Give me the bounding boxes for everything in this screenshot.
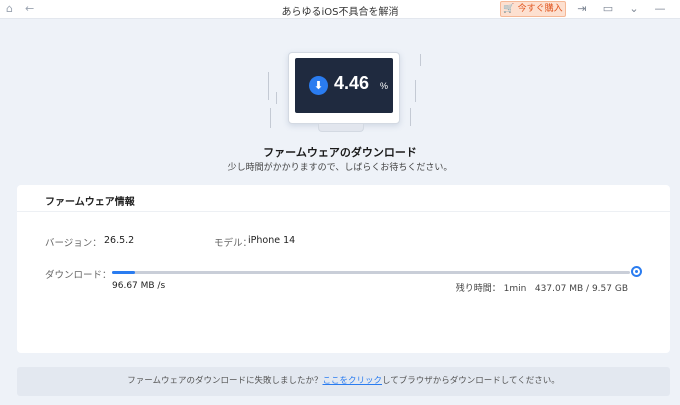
model-label: モデル： [214,238,253,249]
card-title: ファームウェア情報 [45,197,135,208]
status-title: ファームウェアのダウンロード [263,146,417,159]
download-arrow-icon: ⬇ [309,76,328,95]
notice-text-after: してブラウザからダウンロードしてください。 [382,376,560,386]
download-progress-track [112,271,630,274]
remaining-time: 1min [503,284,527,294]
download-label: ダウンロード： [45,270,112,281]
click-here-link[interactable]: ここをクリック [322,376,382,386]
minimize-icon[interactable]: — [652,2,668,16]
status-subtitle: 少し時間がかかりますので、しばらくお待ちください。 [227,163,453,173]
monitor-stand [318,124,364,132]
version-label: バージョン： [45,238,102,249]
login-icon[interactable]: ⇥ [574,2,590,16]
title-bar: ⌂ ← あらゆるiOS不具合を解消 🛒 今すぐ購入 ⇥ ▭ ⌄ — [0,0,680,19]
model-value: iPhone 14 [248,235,296,246]
buy-now-label: 今すぐ購入 [517,4,563,14]
decor-line [270,108,271,128]
title-bar-controls: ⇥ ▭ ⌄ — [574,2,668,16]
decor-line [415,80,416,102]
menu-chevron-icon[interactable]: ⌄ [626,2,642,16]
download-failed-notice: ファームウェアのダウンロードに失敗しましたか？ここをクリックしてブラウザからダウ… [17,367,670,396]
download-speed: 96.67 MB /s [112,281,166,291]
remaining-label: 残り時間： [455,284,501,294]
download-progress-fill [112,271,136,274]
card-header: ファームウェア情報 [17,185,670,212]
monitor-screen: ⬇ 4.46 % [295,58,393,113]
feedback-icon[interactable]: ▭ [600,2,616,16]
version-value: 26.5.2 [104,235,135,246]
download-size: 437.07 MB / 9.57 GB [534,284,628,294]
monitor-illustration: ⬇ 4.46 % [288,52,400,124]
decor-line [268,72,269,100]
decor-line [276,92,277,104]
remaining-info: 残り時間： 1min 437.07 MB / 9.57 GB [456,281,628,294]
firmware-info-card: ファームウェア情報 バージョン： 26.5.2 モデル： iPhone 14 ダ… [17,185,670,353]
notice-text-before: ファームウェアのダウンロードに失敗しましたか？ [127,376,323,386]
decor-line [420,54,421,66]
decor-line [410,108,411,126]
progress-end-marker [631,266,642,277]
download-percent: 4.46 [334,73,370,93]
buy-now-button[interactable]: 🛒 今すぐ購入 [500,1,566,17]
cart-icon: 🛒 [503,4,515,14]
percent-sign: % [380,81,389,91]
